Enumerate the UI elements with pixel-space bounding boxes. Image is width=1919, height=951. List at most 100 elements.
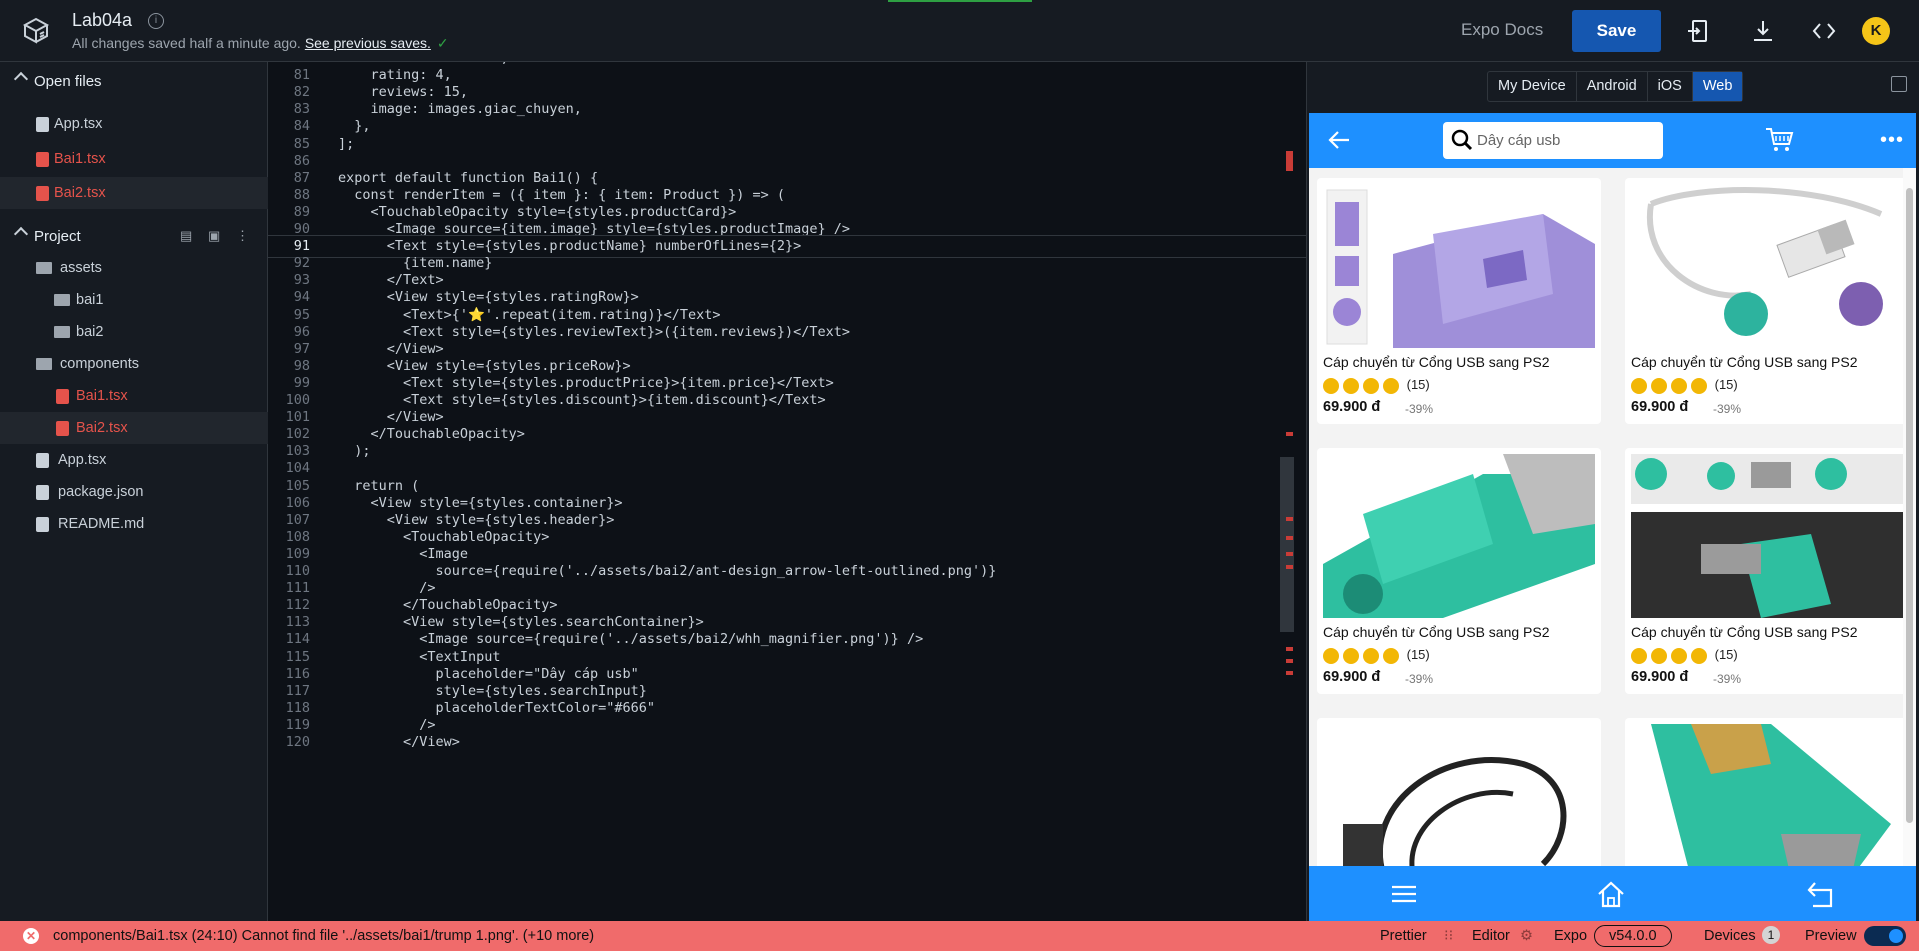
preview-label: Preview	[1805, 928, 1857, 944]
tree-folder-assets[interactable]: assets	[0, 252, 268, 284]
gear-icon[interactable]: ⚙	[1520, 928, 1533, 944]
review-count: (15)	[1714, 647, 1738, 662]
file-icon	[56, 389, 69, 404]
product-discount: -39%	[1713, 402, 1742, 416]
product-name: Cáp chuyển từ Cổng USB sang PS2	[1631, 354, 1858, 370]
toggle-knob	[1889, 929, 1903, 943]
product-card[interactable]: Cáp chuyển từ Cổng USB sang PS2 (15) 69.…	[1625, 178, 1909, 424]
star-icon	[1651, 647, 1667, 664]
product-card[interactable]	[1625, 718, 1909, 878]
new-file-icon[interactable]: ▤	[180, 228, 194, 243]
rating-row: (15)	[1631, 647, 1738, 665]
product-card[interactable]: Cáp chuyển từ Cổng USB sang PS2 (15) 69.…	[1317, 178, 1601, 424]
tab-android[interactable]: Android	[1577, 72, 1648, 101]
tab-web[interactable]: Web	[1692, 72, 1743, 101]
tree-file-bai1[interactable]: Bai1.tsx	[0, 380, 268, 412]
preview-scrollbar[interactable]	[1903, 168, 1916, 866]
open-file-bai1[interactable]: Bai1.tsx	[0, 143, 268, 175]
error-icon[interactable]: ✕	[23, 928, 39, 944]
folder-icon	[54, 326, 70, 338]
embed-code-icon[interactable]	[1811, 18, 1837, 44]
arrow-left-icon[interactable]	[1327, 129, 1351, 151]
save-status-text: All changes saved half a minute ago.	[72, 35, 301, 51]
editor-settings[interactable]: Editor	[1472, 928, 1510, 944]
error-message[interactable]: components/Bai1.tsx (24:10) Cannot find …	[53, 928, 594, 944]
line-text[interactable]: </View>	[338, 732, 460, 753]
tree-file-package[interactable]: package.json	[0, 476, 268, 508]
open-file-bai2[interactable]: Bai2.tsx	[0, 177, 268, 209]
expo-docs-link[interactable]: Expo Docs	[1461, 20, 1543, 40]
prettier-toggle[interactable]: Prettier	[1380, 928, 1427, 944]
prettier-settings-icon[interactable]: ⁝⁝	[1444, 928, 1453, 944]
product-price: 69.900 đ	[1631, 669, 1689, 685]
download-icon[interactable]	[1750, 18, 1776, 44]
product-name: Cáp chuyển từ Cổng USB sang PS2	[1323, 354, 1550, 370]
new-folder-icon[interactable]: ▣	[208, 228, 222, 243]
product-price: 69.900 đ	[1323, 399, 1381, 415]
product-card[interactable]: Cáp chuyển từ Cổng USB sang PS2 (15) 69.…	[1625, 448, 1909, 694]
product-price: 69.900 đ	[1323, 669, 1381, 685]
editor-scrollbar[interactable]	[1280, 457, 1294, 632]
project-header[interactable]: Project ▤ ▣ ⋮	[0, 221, 268, 251]
tree-item-label: bai1	[76, 292, 104, 308]
previous-saves-link[interactable]: See previous saves.	[305, 35, 431, 51]
file-sidebar: Open files App.tsx Bai1.tsx Bai2.tsx Pro…	[0, 62, 268, 921]
tree-file-readme[interactable]: README.md	[0, 508, 268, 540]
error-marker	[1286, 565, 1293, 569]
back-icon[interactable]	[1805, 880, 1835, 908]
product-card[interactable]	[1317, 718, 1601, 878]
star-icon	[1651, 377, 1667, 394]
devices-count-badge: 1	[1762, 926, 1780, 944]
open-file-app[interactable]: App.tsx	[0, 108, 268, 140]
scrollbar-thumb[interactable]	[1906, 188, 1913, 823]
project-name[interactable]: Lab04a	[72, 10, 132, 31]
info-icon[interactable]: i	[148, 13, 164, 29]
error-marker	[1286, 647, 1293, 651]
product-name: Cáp chuyển từ Cổng USB sang PS2	[1323, 624, 1550, 640]
tab-my-device[interactable]: My Device	[1488, 72, 1577, 101]
code-line[interactable]: 120 </View>	[268, 732, 1306, 753]
tab-ios[interactable]: iOS	[1648, 72, 1693, 101]
star-icon	[1323, 647, 1339, 664]
star-icon	[1671, 377, 1687, 394]
review-count: (15)	[1406, 377, 1430, 392]
error-marker	[1286, 536, 1293, 540]
project-title: Project	[34, 228, 81, 245]
more-options-icon[interactable]: ⋮	[236, 228, 250, 243]
product-card[interactable]: Cáp chuyển từ Cổng USB sang PS2 (15) 69.…	[1317, 448, 1601, 694]
rating-row: (15)	[1631, 377, 1738, 395]
snack-logo-icon[interactable]	[20, 14, 52, 46]
star-icon	[1363, 377, 1379, 394]
star-icon	[1383, 377, 1399, 394]
more-options-icon[interactable]: •••	[1880, 130, 1904, 150]
open-files-title: Open files	[34, 73, 102, 90]
popout-icon[interactable]	[1891, 76, 1907, 92]
error-marker	[1286, 671, 1293, 675]
devices-label[interactable]: Devices	[1704, 928, 1756, 944]
open-files-header[interactable]: Open files	[0, 66, 268, 96]
star-icon	[1671, 647, 1687, 664]
cart-icon[interactable]	[1764, 126, 1794, 154]
product-image	[1323, 184, 1595, 348]
tree-folder-components[interactable]: components	[0, 348, 268, 380]
app-header: •••	[1309, 113, 1916, 168]
preview-toggle[interactable]	[1864, 926, 1906, 946]
project-actions: ▤ ▣ ⋮	[180, 228, 250, 244]
user-avatar[interactable]: K	[1862, 17, 1890, 45]
product-image	[1323, 454, 1595, 618]
tree-folder-bai1[interactable]: bai1	[0, 284, 268, 316]
tree-folder-bai2[interactable]: bai2	[0, 316, 268, 348]
rating-row: (15)	[1323, 647, 1430, 665]
code-editor[interactable]: 80 discount: '-39%',81 rating: 4,82 revi…	[268, 62, 1306, 921]
home-icon[interactable]	[1596, 880, 1626, 908]
file-icon	[36, 485, 49, 500]
open-file-label: Bai2.tsx	[54, 185, 106, 201]
open-in-device-icon[interactable]	[1686, 18, 1712, 44]
top-accent-line	[888, 0, 1032, 2]
tree-file-app[interactable]: App.tsx	[0, 444, 268, 476]
sdk-version-select[interactable]: v54.0.0	[1594, 925, 1672, 947]
tree-file-bai2[interactable]: Bai2.tsx	[0, 412, 268, 444]
search-input[interactable]	[1477, 128, 1657, 153]
menu-icon[interactable]	[1389, 880, 1419, 908]
save-button[interactable]: Save	[1572, 10, 1661, 52]
